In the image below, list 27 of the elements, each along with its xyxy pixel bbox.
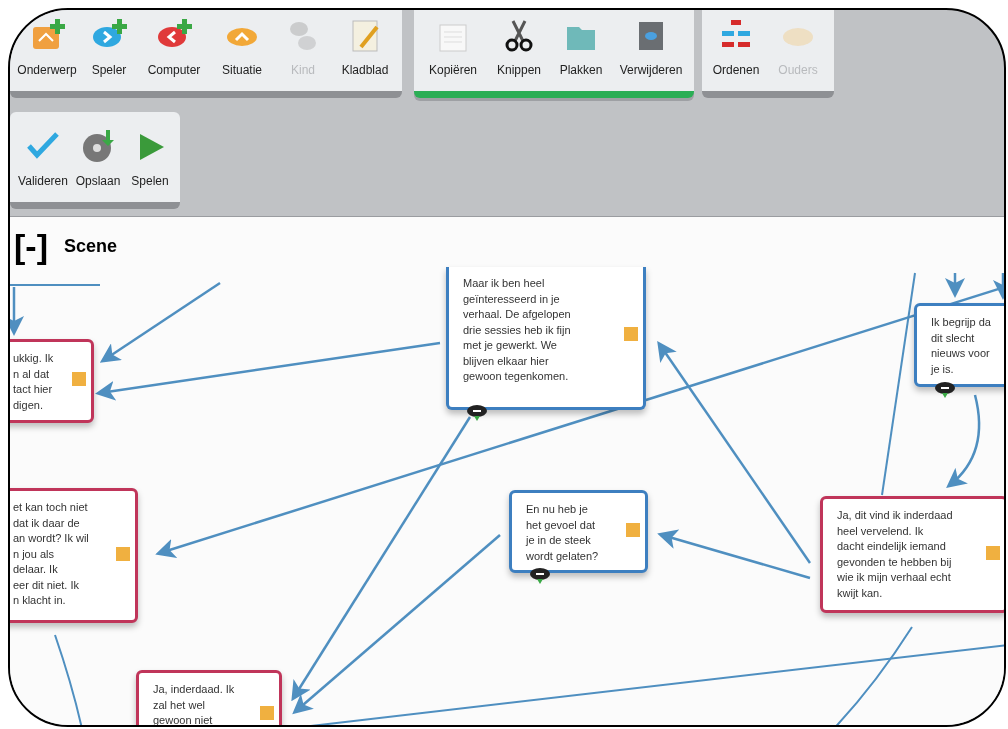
player-node[interactable]: Ja, dit vind ik inderdaad heel vervelend. Ik dacht eindelijk iemand gevonden te hebben bij wie ik mijn verhaal echt kwijt kan. [820,496,1004,613]
scene-title: Scene [63,234,117,258]
toolbar-button[interactable]: Computer [138,10,210,91]
toolbar-button[interactable]: Situatie [210,10,274,91]
toolbar-button[interactable]: Speler [80,10,138,91]
node-text: ukkig. Ik n al dat tact hier digen. [12,351,54,413]
toolbar-button[interactable]: Plakken [550,10,612,91]
toolbar-button[interactable]: Kladblad [332,10,398,91]
computer-node[interactable]: En nu heb je het gevoel dat je in de steek wordt gelaten? [509,490,648,573]
toolbar-button[interactable]: Verwijderen [612,10,690,91]
toolbar-button[interactable]: Spelen [124,112,176,202]
toolbar-button[interactable]: Ordenen [706,10,766,91]
toolbar-button[interactable]: Knippen [488,10,550,91]
toolbar-button[interactable]: Valideren [14,112,72,202]
node-text: Maar ik ben heel geïnteresseerd in je verhaal. De afgelopen drie sessies heb ik fijn met je gewerkt. We blijven elkaar hier gewoon tegenkomen. [462,276,571,384]
player-node[interactable]: et kan toch niet dat ik daar de an wordt? Ik wil n jou als delaar. Ik eer dit niet. Ik n klacht in. [10,488,138,623]
computer-node[interactable]: Maar ik ben heel geïnteresseerd in je verhaal. De afgelopen drie sessies heb ik fijn met je gewerkt. We blijven elkaar hier gewoon tegenkomen. [446,267,646,410]
collapse-toggle[interactable]: [-] [14,229,48,263]
node-text: Ik begrijp da dit slecht nieuws voor je is. [929,315,991,377]
player-node[interactable]: ukkig. Ik n al dat tact hier digen. [10,339,94,423]
toolbar-button[interactable]: Onderwerp [14,10,80,91]
toolbar-button[interactable]: Opslaan [72,112,124,202]
node-text: Ja, dit vind ik inderdaad heel vervelend. Ik dacht eindelijk iemand gevonden te hebben bij wie ik mijn verhaal echt kwijt kan. [836,508,953,601]
node-text: et kan toch niet dat ik daar de an wordt? Ik wil n jou als delaar. Ik eer dit niet. Ik n klacht in. [12,500,89,608]
node-text: En nu heb je het gevoel dat je in de steek wordt gelaten? [524,502,599,564]
toolbar-button[interactable]: Kopiëren [418,10,488,91]
computer-node[interactable]: Ik begrijp da dit slecht nieuws voor je is. [914,303,1004,387]
